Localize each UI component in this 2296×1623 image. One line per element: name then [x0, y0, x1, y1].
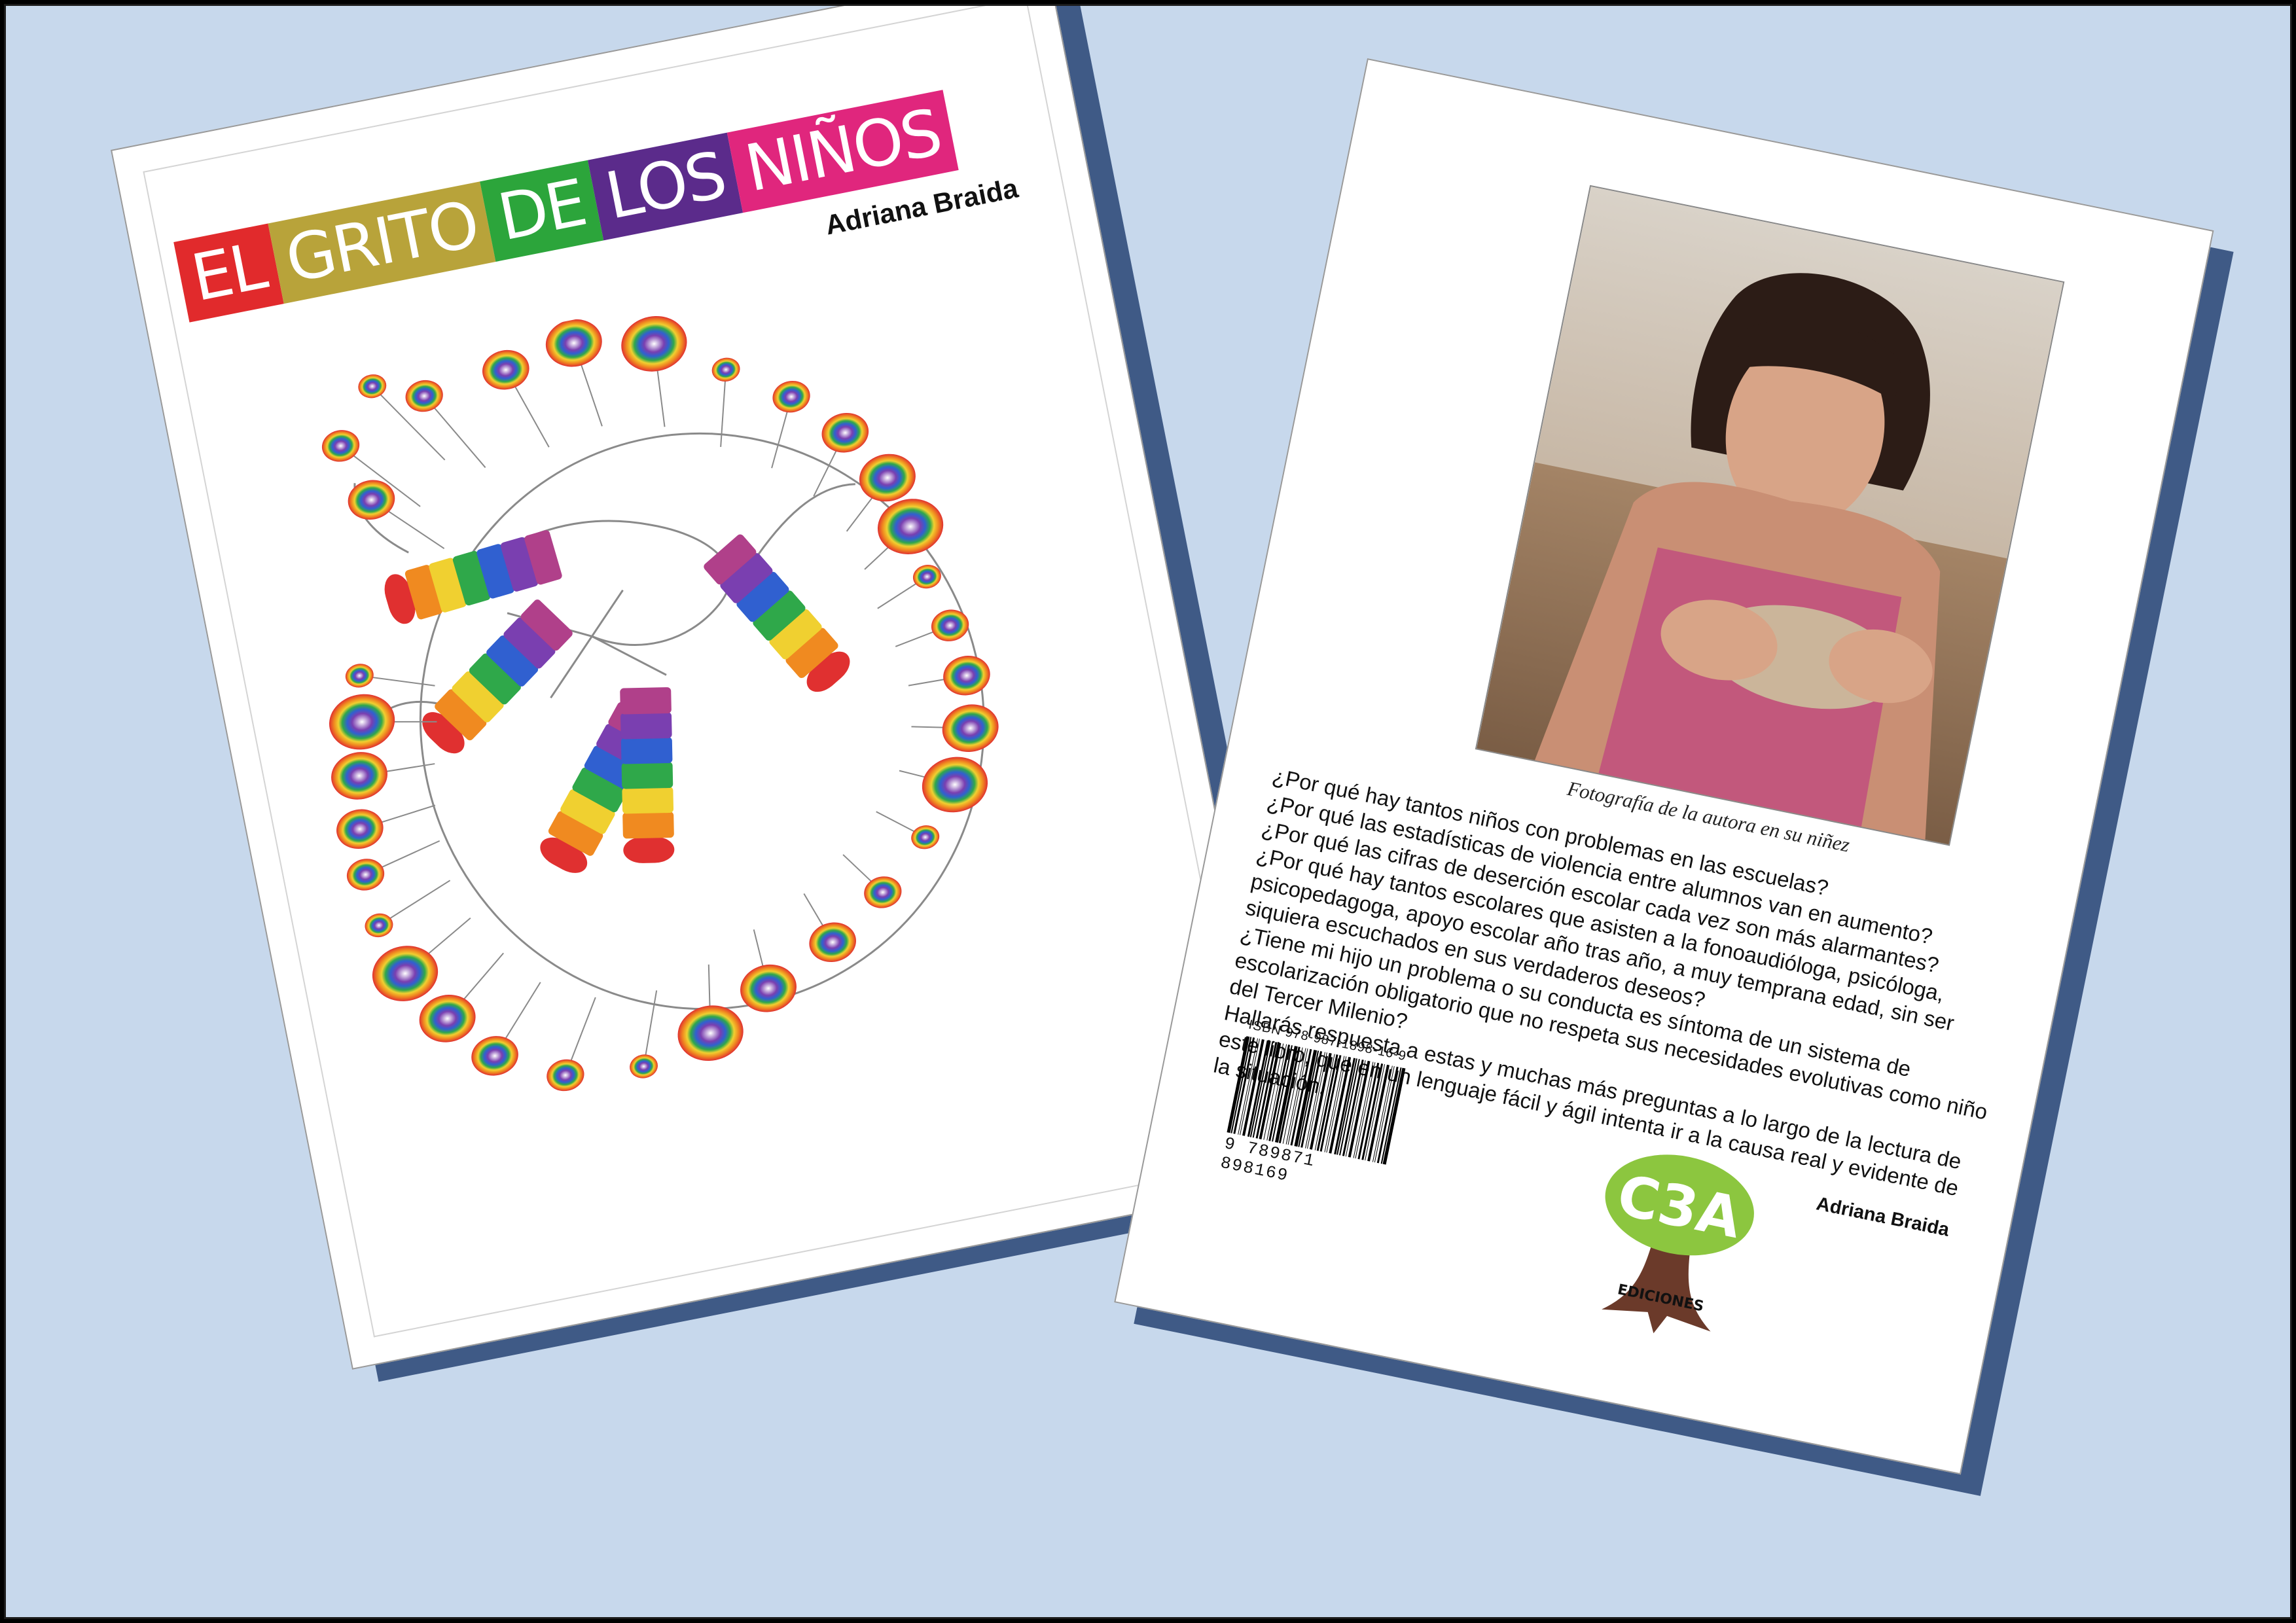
title-word: EL — [173, 223, 284, 323]
rainbow-blob — [931, 609, 969, 641]
rainbow-blob — [740, 964, 797, 1012]
back-cover-page: Fotografía de la autora en su niñez ¿Por… — [1114, 58, 2214, 1475]
rainbow-blob — [864, 876, 902, 908]
rainbow-blob — [372, 946, 439, 1001]
front-cover: EL GRITO DE LOS NIÑOS Adriana Braida — [111, 6, 1316, 1382]
rainbow-blob — [419, 995, 476, 1043]
rainbow-worm — [704, 534, 850, 692]
rainbow-blob — [630, 1054, 658, 1079]
worm-segment — [621, 762, 673, 789]
rainbow-blob — [545, 319, 602, 367]
worm-segment — [620, 737, 673, 764]
rainbow-worm — [620, 687, 675, 863]
rainbow-blob — [405, 380, 443, 412]
rainbow-blob — [621, 316, 687, 372]
worm-segment — [620, 712, 672, 740]
rainbow-blob — [358, 374, 387, 399]
rainbow-blob — [942, 704, 999, 752]
rainbow-blob — [677, 1005, 744, 1061]
rainbow-worm — [422, 599, 573, 754]
child-drawing-illustration — [321, 316, 999, 1092]
photo-image — [1476, 187, 2065, 846]
rainbow-blob — [336, 809, 384, 849]
rainbow-blob — [859, 454, 916, 502]
title-word: GRITO — [267, 181, 496, 304]
drawing-stroke — [643, 990, 658, 1067]
rainbow-blob — [346, 859, 385, 891]
background-frame: EL GRITO DE LOS NIÑOS Adriana Braida Fot… — [4, 4, 2292, 1619]
rainbow-blob — [547, 1059, 584, 1092]
rainbow-blob — [809, 922, 856, 963]
rainbow-blob — [943, 656, 990, 696]
author-childhood-photo — [1475, 185, 2065, 846]
rainbow-blob — [345, 664, 374, 688]
rainbow-blob — [471, 1036, 518, 1076]
back-cover: Fotografía de la autora en su niñez ¿Por… — [1114, 58, 2234, 1496]
rainbow-blob — [821, 412, 869, 453]
title-word: DE — [480, 160, 604, 262]
rainbow-blob — [482, 349, 529, 390]
title-word: LOS — [587, 132, 744, 241]
rainbow-blob — [711, 357, 740, 382]
rainbow-blob — [911, 825, 940, 849]
worm-segment — [622, 812, 674, 839]
rainbow-blob — [772, 380, 810, 413]
worm-segment — [623, 836, 675, 863]
worm-segment — [620, 687, 672, 715]
isbn-barcode-block: ISBN 978-987-1898-16-9 9 789871 898169 — [1219, 1018, 1410, 1205]
rainbow-blob — [329, 694, 395, 750]
rainbow-blob — [365, 913, 393, 938]
rainbow-blob — [331, 752, 387, 800]
worm-segment — [622, 787, 674, 814]
publisher-logo: C3A EDICIONES — [1602, 1154, 1754, 1334]
rainbow-blob — [321, 430, 360, 462]
